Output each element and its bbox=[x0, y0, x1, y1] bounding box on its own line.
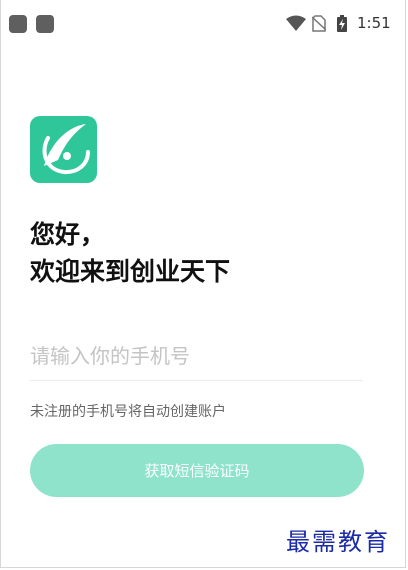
app-icon bbox=[9, 15, 27, 33]
watermark: 最需教育 bbox=[286, 528, 390, 556]
battery-charging-icon bbox=[337, 15, 347, 32]
phone-number-input[interactable] bbox=[30, 332, 363, 381]
welcome-heading: 您好， 欢迎来到创业天下 bbox=[30, 216, 230, 290]
no-sim-icon bbox=[312, 15, 326, 32]
status-time: 1:51 bbox=[357, 14, 391, 32]
status-bar: 1:51 bbox=[0, 0, 408, 46]
app-logo-icon bbox=[30, 116, 97, 183]
app-icon bbox=[36, 15, 54, 33]
wifi-icon bbox=[286, 15, 306, 31]
auto-register-hint: 未注册的手机号将自动创建账户 bbox=[30, 404, 226, 420]
get-sms-code-button[interactable]: 获取短信验证码 bbox=[30, 444, 364, 497]
greeting-line-welcome: 欢迎来到创业天下 bbox=[30, 257, 231, 286]
greeting-line-hello: 您好， bbox=[30, 220, 106, 249]
